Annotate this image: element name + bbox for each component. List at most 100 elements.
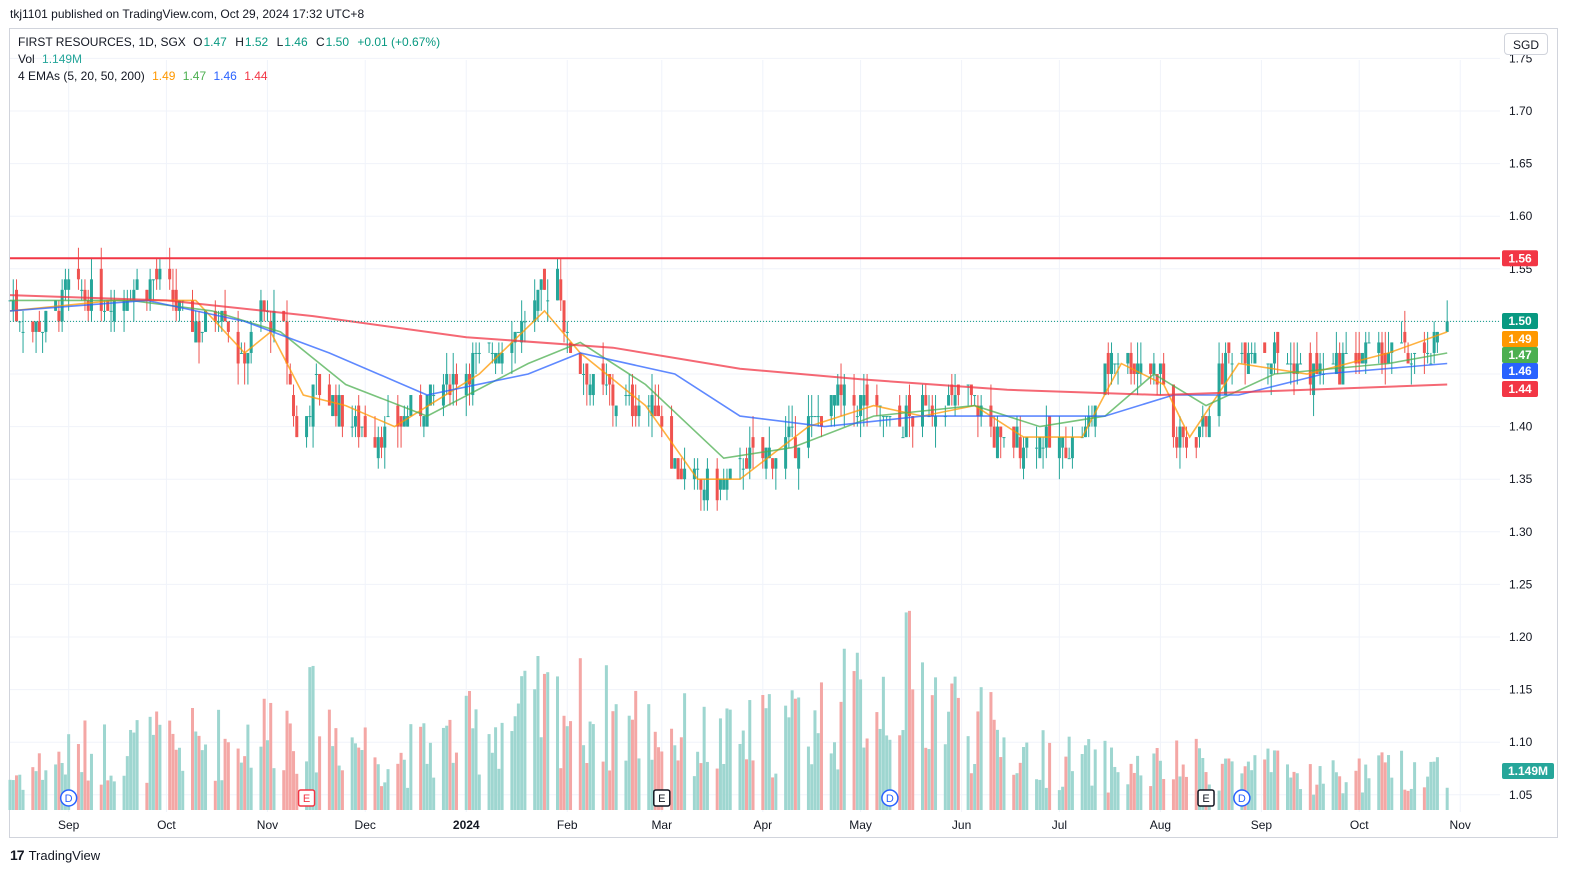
candle-body: [1266, 363, 1270, 365]
candle-body: [148, 279, 152, 301]
volume-bar: [422, 723, 426, 810]
earnings-marker-text: E: [303, 793, 310, 805]
candle-body: [582, 374, 586, 375]
volume-bar: [1041, 730, 1045, 810]
volume-bar: [1299, 789, 1303, 810]
candle-body: [373, 437, 377, 448]
candle-body: [63, 279, 67, 290]
candle-body: [487, 342, 491, 344]
volume-bar: [702, 706, 706, 810]
currency-button[interactable]: SGD: [1504, 33, 1548, 55]
volume-bar: [1403, 789, 1407, 810]
candle-body: [318, 374, 322, 396]
volume-bar: [973, 764, 977, 810]
volume-bar: [761, 695, 765, 810]
candle-body: [1246, 352, 1250, 374]
ema-label[interactable]: 4 EMAs (5, 20, 50, 200): [18, 69, 145, 83]
volume-bar: [1422, 787, 1426, 810]
volume-bar: [715, 768, 719, 810]
volume-bar: [1184, 776, 1188, 810]
candle-body: [1367, 342, 1371, 344]
y-tick-label: 1.40: [1509, 420, 1533, 434]
volume-bar: [542, 673, 546, 810]
candle-body: [1445, 321, 1449, 332]
volume-bar: [924, 747, 928, 810]
earnings-marker-text: E: [1202, 793, 1209, 805]
volume-bar: [1126, 784, 1130, 810]
ema200-value: 1.44: [244, 69, 268, 83]
candle-body: [1357, 352, 1361, 364]
volume-label[interactable]: Vol: [18, 52, 35, 66]
volume-bar: [1387, 755, 1391, 810]
volume-bar: [1015, 773, 1019, 810]
price-label-text: 1.46: [1508, 364, 1532, 378]
volume-bar: [353, 743, 357, 810]
volume-bar: [565, 726, 569, 810]
ema50-value: 1.46: [213, 69, 237, 83]
volume-bar: [790, 690, 794, 810]
candle-body: [676, 458, 680, 480]
volume-bar: [1090, 785, 1094, 810]
y-tick-label: 1.15: [1509, 683, 1533, 697]
volume-bar: [611, 711, 615, 810]
volume-bar: [327, 709, 331, 810]
x-tick-label: Dec: [355, 818, 376, 832]
candle-body: [761, 437, 765, 459]
x-tick-label: Sep: [58, 818, 80, 832]
volume-bar: [1315, 784, 1319, 810]
volume-bar: [419, 726, 423, 810]
volume-bar: [745, 759, 749, 810]
candle-body: [601, 363, 605, 385]
volume-bar: [559, 768, 563, 810]
candle-body: [1403, 331, 1407, 343]
price-chart[interactable]: 1.751.701.651.601.551.501.451.401.351.30…: [0, 0, 1586, 883]
volume-bar: [1413, 762, 1417, 810]
volume-bar: [174, 749, 178, 810]
candle-body: [953, 395, 957, 406]
volume-bar: [911, 689, 915, 810]
volume-bar: [539, 737, 543, 810]
close-label: C: [315, 35, 325, 49]
candle-body: [859, 395, 863, 417]
volume-bar: [546, 672, 550, 810]
volume-bar: [1409, 788, 1413, 810]
volume-bar: [956, 697, 960, 810]
candle-body: [1070, 437, 1074, 459]
volume-bar: [1057, 790, 1061, 810]
volume-bar: [953, 676, 957, 810]
candle-body: [171, 289, 175, 301]
volume-bar: [112, 781, 116, 810]
candle-body: [1022, 447, 1026, 469]
candle-body: [1435, 331, 1439, 343]
volume-bar: [106, 780, 110, 810]
candle-body: [1002, 437, 1006, 439]
candle-body: [969, 384, 973, 396]
volume-bar: [331, 746, 335, 810]
volume-bar: [373, 757, 377, 810]
volume-bar: [11, 780, 15, 810]
candle-body: [839, 384, 843, 396]
volume-bar: [1087, 739, 1091, 810]
candle-body: [1341, 352, 1345, 385]
candle-body: [901, 437, 905, 439]
volume-bar: [386, 769, 390, 810]
volume-bar: [969, 773, 973, 810]
volume-bar: [1061, 786, 1065, 810]
volume-bar: [797, 697, 801, 810]
candle-body: [151, 279, 155, 281]
candle-body: [924, 395, 928, 406]
volume-bar: [99, 784, 103, 810]
volume-bar: [608, 770, 612, 810]
footer-brand[interactable]: 17 TradingView: [10, 847, 100, 863]
candle-body: [422, 416, 426, 427]
ema-row: 4 EMAs (5, 20, 50, 200) 1.49 1.47 1.46 1…: [18, 68, 445, 85]
volume-bar: [497, 768, 501, 810]
volume-bar: [829, 753, 833, 810]
candle-body: [226, 321, 230, 332]
symbol-title[interactable]: FIRST RESOURCES, 1D, SGX: [18, 35, 186, 49]
candle-body: [445, 374, 449, 385]
volume-bar: [950, 683, 954, 810]
volume-bar: [1044, 787, 1048, 810]
candle-body: [1158, 363, 1162, 374]
x-tick-label: Feb: [557, 818, 578, 832]
